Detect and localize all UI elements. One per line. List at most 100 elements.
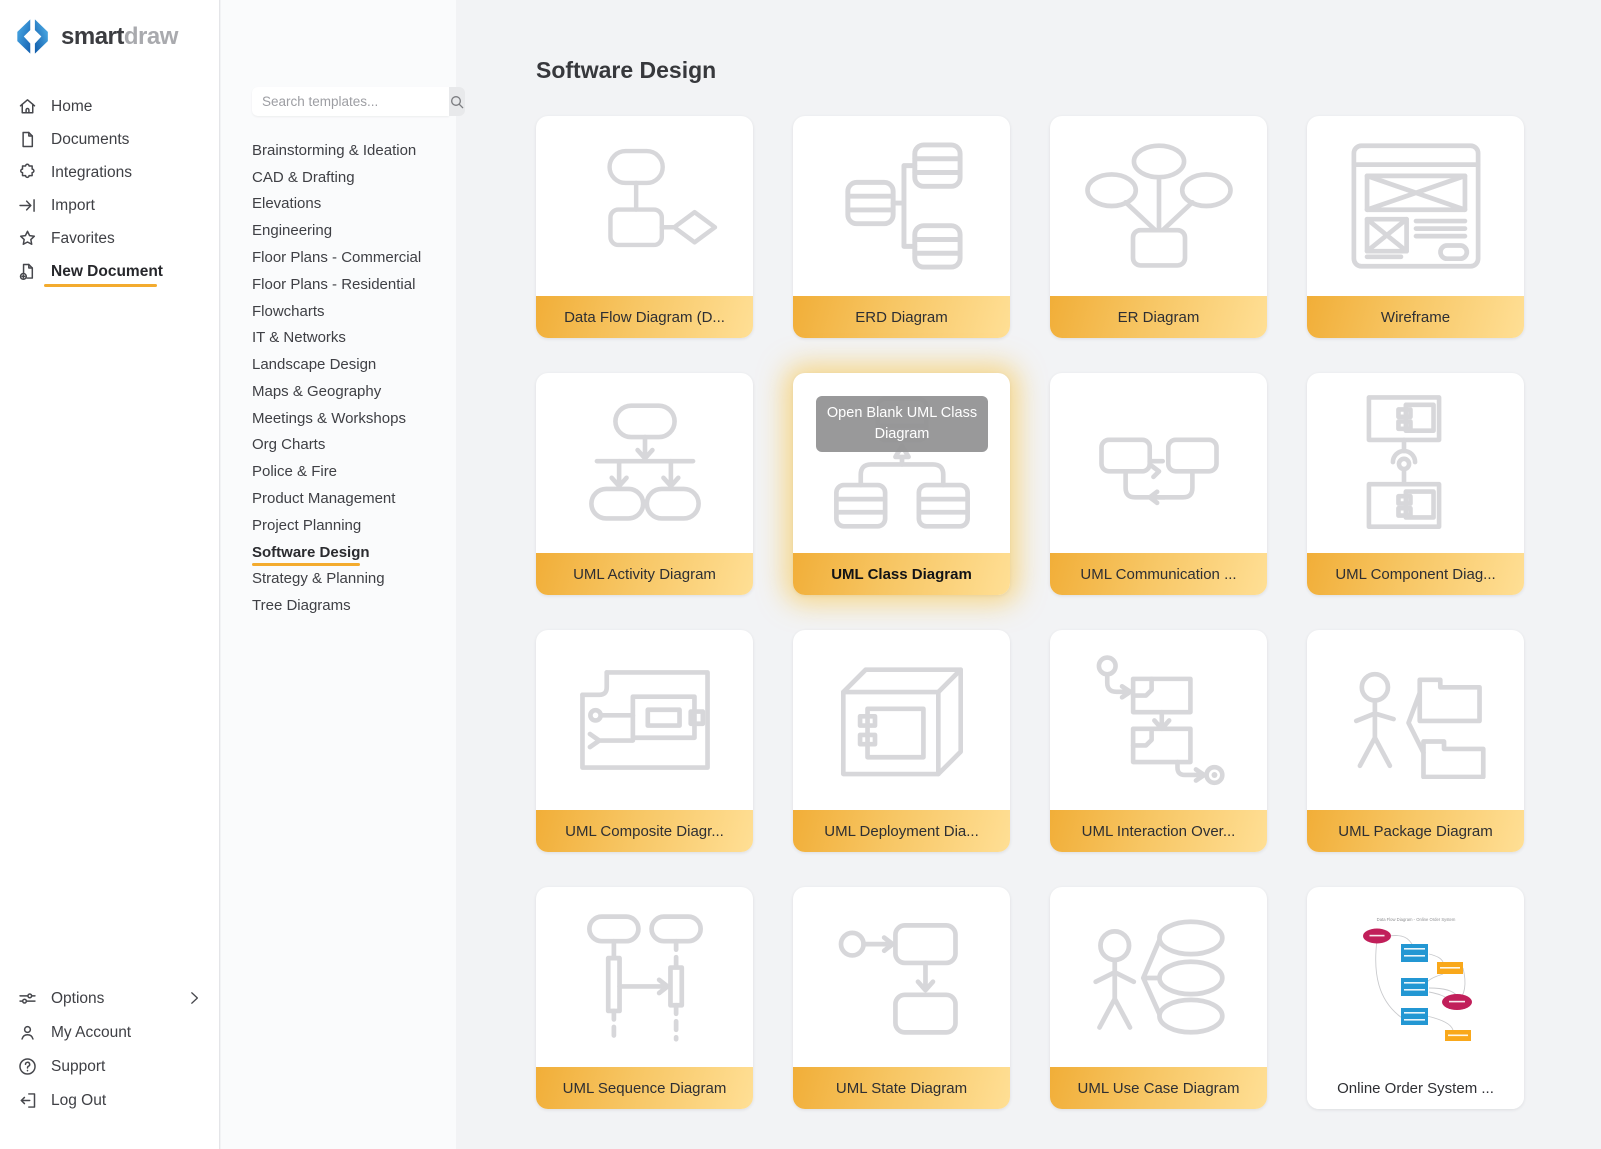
smartdraw-wordmark: smartdraw <box>61 23 178 51</box>
category-flowcharts[interactable]: Flowcharts <box>252 298 421 325</box>
category-software-design[interactable]: Software Design <box>252 539 421 566</box>
sidebar-item-log-out[interactable]: Log Out <box>0 1083 219 1117</box>
sidebar-item-label: Support <box>51 1058 105 1075</box>
sidebar-item-support[interactable]: Support <box>0 1049 219 1083</box>
sidebar-item-label: Options <box>51 990 104 1007</box>
category-org-charts[interactable]: Org Charts <box>252 432 421 459</box>
home-icon <box>17 96 38 117</box>
category-floor-plans-residential[interactable]: Floor Plans - Residential <box>252 271 421 298</box>
template-card-uml-communication-diagram[interactable]: UML Communication ... <box>1050 373 1267 595</box>
template-card-label: UML Use Case Diagram <box>1050 1067 1267 1109</box>
smartdraw-logo-icon <box>15 17 52 57</box>
data-flow-diagram-icon <box>569 144 721 268</box>
uml-communication-icon <box>1088 412 1230 514</box>
category-tree-diagrams[interactable]: Tree Diagrams <box>252 592 421 619</box>
document-icon <box>17 129 38 150</box>
template-card-label: Data Flow Diagram (D... <box>536 296 753 338</box>
uml-interaction-icon <box>1088 653 1230 787</box>
template-card-uml-deployment-diagram[interactable]: UML Deployment Dia... <box>793 630 1010 852</box>
logout-icon <box>17 1090 38 1111</box>
template-card-uml-sequence-diagram[interactable]: UML Sequence Diagram <box>536 887 753 1109</box>
active-item-underline <box>44 284 157 287</box>
smartdraw-logo[interactable]: smartdraw <box>0 0 219 58</box>
category-elevations[interactable]: Elevations <box>252 191 421 218</box>
template-card-uml-activity-diagram[interactable]: UML Activity Diagram <box>536 373 753 595</box>
template-card-erd-diagram[interactable]: ERD Diagram <box>793 116 1010 338</box>
sidebar-item-my-account[interactable]: My Account <box>0 1015 219 1049</box>
erd-diagram-icon <box>838 138 966 274</box>
uml-activity-icon <box>571 402 719 524</box>
sidebar-item-favorites[interactable]: Favorites <box>0 222 219 255</box>
sidebar-item-options[interactable]: Options <box>0 981 219 1015</box>
category-maps-geography[interactable]: Maps & Geography <box>252 378 421 405</box>
search-input[interactable] <box>252 87 449 116</box>
template-card-label: UML State Diagram <box>793 1067 1010 1109</box>
new-document-icon <box>17 261 38 282</box>
sidebar-item-new-document[interactable]: New Document <box>0 255 219 288</box>
template-card-uml-use-case-diagram[interactable]: UML Use Case Diagram <box>1050 887 1267 1109</box>
star-icon <box>17 228 38 249</box>
category-floor-plans-commercial[interactable]: Floor Plans - Commercial <box>252 244 421 271</box>
category-product-management[interactable]: Product Management <box>252 485 421 512</box>
template-card-label: UML Component Diag... <box>1307 553 1524 595</box>
sidebar-item-label: New Document <box>51 263 163 280</box>
sidebar-item-home[interactable]: Home <box>0 90 219 123</box>
category-brainstorming-ideation[interactable]: Brainstorming & Ideation <box>252 137 421 164</box>
template-card-label: UML Deployment Dia... <box>793 810 1010 852</box>
open-blank-template-button[interactable]: Open Blank UML Class Diagram <box>816 396 988 452</box>
uml-state-icon <box>834 916 970 1038</box>
template-card-uml-interaction-overview[interactable]: UML Interaction Over... <box>1050 630 1267 852</box>
sidebar-item-integrations[interactable]: Integrations <box>0 156 219 189</box>
template-category-panel: Brainstorming & Ideation CAD & Drafting … <box>221 0 456 1149</box>
template-card-er-diagram[interactable]: ER Diagram <box>1050 116 1267 338</box>
template-card-uml-state-diagram[interactable]: UML State Diagram <box>793 887 1010 1109</box>
import-arrow-icon <box>17 195 38 216</box>
category-engineering[interactable]: Engineering <box>252 217 421 244</box>
sidebar-item-label: My Account <box>51 1024 131 1041</box>
er-diagram-icon <box>1084 141 1234 271</box>
main-content: Software Design Data Flow Diagram (D... … <box>457 0 1601 1149</box>
category-police-fire[interactable]: Police & Fire <box>252 458 421 485</box>
template-card-label: ER Diagram <box>1050 296 1267 338</box>
chevron-right-icon[interactable] <box>185 989 203 1007</box>
template-card-wireframe[interactable]: Wireframe <box>1307 116 1524 338</box>
app-sidebar: smartdraw Home Documents Integrations Im… <box>0 0 220 1149</box>
svg-text:Data Flow Diagram - Online Ord: Data Flow Diagram - Online Order System <box>1376 917 1455 922</box>
category-project-planning[interactable]: Project Planning <box>252 512 421 539</box>
sidebar-item-import[interactable]: Import <box>0 189 219 222</box>
uml-use-case-icon <box>1090 914 1228 1040</box>
online-order-thumbnail: Data Flow Diagram - Online Order System <box>1353 912 1479 1042</box>
category-cad-drafting[interactable]: CAD & Drafting <box>252 164 421 191</box>
template-card-uml-class-diagram[interactable]: Open Blank UML Class Diagram UML Class D… <box>793 373 1010 595</box>
sidebar-item-label: Documents <box>51 131 129 148</box>
template-grid: Data Flow Diagram (D... ERD Diagram ER D… <box>536 116 1524 1109</box>
template-card-label: UML Class Diagram <box>793 553 1010 595</box>
person-icon <box>17 1022 38 1043</box>
category-meetings-workshops[interactable]: Meetings & Workshops <box>252 405 421 432</box>
template-card-label: UML Composite Diagr... <box>536 810 753 852</box>
uml-sequence-icon <box>578 911 712 1043</box>
category-it-networks[interactable]: IT & Networks <box>252 324 421 351</box>
template-card-label: Wireframe <box>1307 296 1524 338</box>
uml-package-icon <box>1345 661 1487 779</box>
template-card-uml-composite-diagram[interactable]: UML Composite Diagr... <box>536 630 753 852</box>
template-card-data-flow-diagram[interactable]: Data Flow Diagram (D... <box>536 116 753 338</box>
template-card-uml-component-diagram[interactable]: UML Component Diag... <box>1307 373 1524 595</box>
category-landscape-design[interactable]: Landscape Design <box>252 351 421 378</box>
sidebar-item-documents[interactable]: Documents <box>0 123 219 156</box>
uml-composite-icon <box>575 663 715 777</box>
sidebar-item-label: Favorites <box>51 230 115 247</box>
template-card-online-order-system[interactable]: Data Flow Diagram - Online Order System <box>1307 887 1524 1109</box>
template-card-label: UML Interaction Over... <box>1050 810 1267 852</box>
category-strategy-planning[interactable]: Strategy & Planning <box>252 566 421 593</box>
category-list: Brainstorming & Ideation CAD & Drafting … <box>252 137 421 619</box>
template-card-label: UML Package Diagram <box>1307 810 1524 852</box>
sidebar-item-label: Integrations <box>51 164 132 181</box>
question-circle-icon <box>17 1056 38 1077</box>
page-title: Software Design <box>536 57 716 84</box>
template-card-uml-package-diagram[interactable]: UML Package Diagram <box>1307 630 1524 852</box>
template-card-label: UML Sequence Diagram <box>536 1067 753 1109</box>
template-card-label: UML Communication ... <box>1050 553 1267 595</box>
sidebar-footer: Options My Account Support Log Out <box>0 981 219 1149</box>
category-label: Software Design <box>252 544 370 561</box>
